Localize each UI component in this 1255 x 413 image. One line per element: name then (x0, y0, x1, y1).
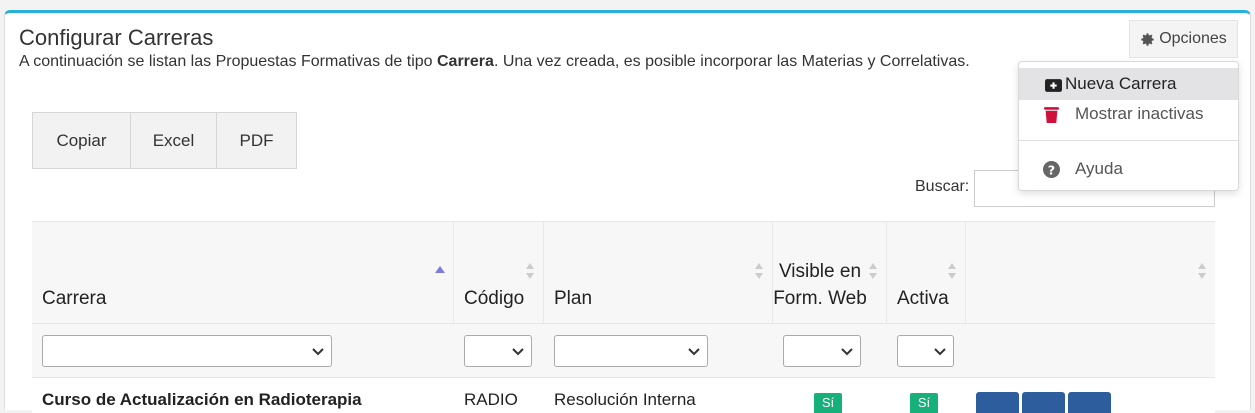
column-header-carrera[interactable]: Carrera (32, 222, 454, 324)
more-action-button[interactable] (1068, 392, 1111, 413)
table-row: Curso de Actualización en Radioterapia R… (32, 377, 1215, 413)
svg-text:?: ? (1048, 163, 1055, 178)
column-header-visible[interactable]: Visible en Form. Web (773, 222, 887, 324)
subtitle-text-end: . Una vez creada, es posible incorporar … (493, 53, 970, 70)
subtitle-text: A continuación se listan las Propuestas … (19, 53, 437, 70)
sort-icon (755, 263, 763, 279)
visible-badge: Sí (814, 393, 842, 413)
question-circle-icon: ? (1043, 161, 1060, 178)
column-header-plan[interactable]: Plan (544, 222, 773, 324)
activa-badge: Sí (910, 393, 938, 413)
chevron-down-icon (312, 348, 324, 356)
sort-icon (869, 263, 877, 279)
column-label: Plan (554, 288, 593, 309)
options-dropdown-menu: Nueva Carrera Mostrar inactivas ? Ayuda (1018, 61, 1239, 191)
plus-square-icon (1045, 79, 1062, 92)
search-label: Buscar: (915, 178, 970, 195)
menu-item-label: Nueva Carrera (1065, 74, 1177, 93)
materias-action-button[interactable] (1022, 392, 1065, 413)
carrera-cell: Curso de Actualización en Radioterapia (42, 390, 362, 409)
excel-button[interactable]: Excel (131, 112, 217, 169)
filter-plan-select[interactable] (554, 335, 708, 367)
menu-item-mostrar-inactivas[interactable]: Mostrar inactivas (1019, 98, 1238, 130)
chevron-down-icon (841, 348, 853, 356)
gear-icon (1141, 32, 1154, 46)
sort-icon (948, 263, 956, 279)
chevron-down-icon (512, 348, 524, 356)
sort-asc-icon (435, 266, 445, 273)
codigo-cell: RADIO (464, 390, 518, 409)
menu-item-label: Mostrar inactivas (1075, 104, 1204, 123)
menu-item-nueva-carrera[interactable]: Nueva Carrera (1019, 68, 1238, 100)
column-header-activa[interactable]: Activa (887, 222, 966, 324)
column-header-actions[interactable] (966, 222, 1215, 324)
sort-icon (526, 263, 534, 279)
subtitle-bold: Carrera (437, 53, 494, 70)
sort-icon (1198, 263, 1206, 279)
table-header: Carrera Código Plan Visible en Form. Web… (32, 221, 1215, 324)
export-button-group: Copiar Excel PDF (32, 112, 297, 169)
options-label: Opciones (1159, 30, 1227, 47)
pdf-button[interactable]: PDF (217, 112, 297, 169)
menu-divider (1019, 140, 1238, 141)
column-label: Carrera (42, 288, 107, 309)
copy-button[interactable]: Copiar (32, 112, 131, 169)
filter-row (32, 323, 1215, 377)
chevron-down-icon (934, 348, 946, 356)
trash-icon (1044, 107, 1059, 123)
filter-carrera-select[interactable] (42, 335, 332, 367)
menu-item-ayuda[interactable]: ? Ayuda (1019, 153, 1238, 185)
filter-codigo-select[interactable] (464, 335, 532, 367)
edit-action-button[interactable] (976, 392, 1019, 413)
page-subtitle: A continuación se listan las Propuestas … (19, 53, 1119, 71)
menu-item-label: Ayuda (1075, 159, 1123, 178)
column-label: Activa (897, 288, 949, 309)
options-button[interactable]: Opciones (1129, 20, 1238, 58)
page-title: Configurar Carreras (19, 25, 214, 50)
plan-cell: Resolución Interna (554, 390, 696, 409)
filter-activa-select[interactable] (897, 335, 954, 367)
filter-visible-select[interactable] (783, 335, 861, 367)
column-label: Visible en Form. Web (773, 261, 867, 309)
column-label: Código (464, 288, 525, 309)
column-header-codigo[interactable]: Código (454, 222, 544, 324)
chevron-down-icon (688, 348, 700, 356)
